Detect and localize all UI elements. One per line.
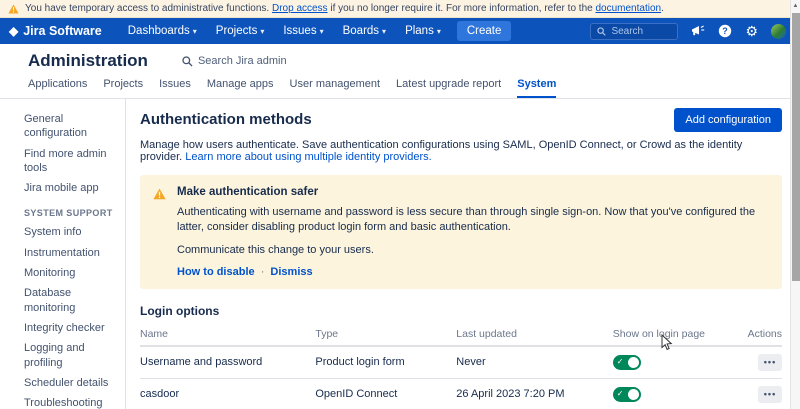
tab-latest-upgrade-report[interactable]: Latest upgrade report bbox=[396, 78, 501, 98]
sidebar-item-monitoring[interactable]: Monitoring bbox=[24, 266, 117, 280]
sidebar-item-general-configuration[interactable]: General configuration bbox=[24, 112, 117, 141]
nav-item-boards[interactable]: Boards ▾ bbox=[343, 25, 386, 37]
navbar-right: ? ⚙ bbox=[590, 23, 786, 40]
sidebar-item-jira-mobile-app[interactable]: Jira mobile app bbox=[24, 181, 117, 195]
tab-projects[interactable]: Projects bbox=[103, 78, 143, 98]
sidebar-section-system-support: SYSTEM SUPPORT bbox=[24, 208, 117, 218]
chevron-down-icon: ▾ bbox=[382, 27, 386, 36]
check-icon: ✓ bbox=[617, 358, 624, 366]
chevron-down-icon: ▾ bbox=[320, 27, 324, 36]
svg-text:?: ? bbox=[723, 26, 729, 36]
row-name: casdoor bbox=[140, 378, 315, 409]
table-row: Username and password Product login form… bbox=[140, 346, 782, 379]
scrollbar-thumb[interactable] bbox=[792, 13, 800, 281]
search-icon bbox=[597, 27, 606, 36]
tab-manage-apps[interactable]: Manage apps bbox=[207, 78, 274, 98]
row-last-updated: 26 April 2023 7:20 PM bbox=[456, 378, 613, 409]
help-icon[interactable]: ? bbox=[718, 24, 732, 38]
login-options-table: Name Type Last updated Show on login pag… bbox=[140, 322, 782, 409]
global-search[interactable] bbox=[590, 23, 678, 40]
content-area: General configuration Find more admin to… bbox=[0, 99, 800, 409]
scrollbar-up-arrow[interactable]: ▲ bbox=[791, 0, 800, 12]
sidebar-item-instrumentation[interactable]: Instrumentation bbox=[24, 246, 117, 260]
sidebar-item-scheduler-details[interactable]: Scheduler details bbox=[24, 376, 117, 390]
sidebar-item-troubleshooting[interactable]: Troubleshooting and support tools bbox=[24, 396, 117, 409]
chevron-down-icon: ▾ bbox=[193, 27, 197, 36]
show-on-login-toggle[interactable]: ✓ bbox=[613, 355, 641, 370]
banner-text: You have temporary access to administrat… bbox=[25, 3, 664, 14]
warning-icon bbox=[8, 4, 19, 14]
app-navbar: ◆ Jira Software Dashboards ▾ Projects ▾ … bbox=[0, 18, 800, 44]
warning-title: Make authentication safer bbox=[177, 186, 770, 198]
main-panel: Authentication methods Add configuration… bbox=[126, 99, 800, 409]
warning-icon bbox=[153, 188, 166, 200]
warning-body-1: Authenticating with username and passwor… bbox=[177, 205, 770, 235]
column-header-type: Type bbox=[315, 322, 456, 346]
add-configuration-button[interactable]: Add configuration bbox=[674, 108, 782, 132]
row-last-updated: Never bbox=[456, 346, 613, 379]
main-header-row: Authentication methods Add configuration bbox=[140, 108, 782, 132]
chevron-down-icon: ▾ bbox=[437, 27, 441, 36]
how-to-disable-link[interactable]: How to disable bbox=[177, 266, 255, 278]
table-header-row: Name Type Last updated Show on login pag… bbox=[140, 322, 782, 346]
drop-access-link[interactable]: Drop access bbox=[272, 3, 328, 14]
temporary-access-banner: You have temporary access to administrat… bbox=[0, 0, 800, 18]
nav-item-issues[interactable]: Issues ▾ bbox=[283, 25, 323, 37]
jira-logo-icon: ◆ bbox=[9, 25, 18, 37]
tab-system[interactable]: System bbox=[517, 78, 556, 98]
warning-actions: How to disable · Dismiss bbox=[177, 266, 770, 278]
sidebar-item-find-more-admin-tools[interactable]: Find more admin tools bbox=[24, 147, 117, 176]
dismiss-link[interactable]: Dismiss bbox=[270, 266, 312, 278]
column-header-show-on-login: Show on login page bbox=[613, 322, 748, 346]
row-name: Username and password bbox=[140, 346, 315, 379]
tab-issues[interactable]: Issues bbox=[159, 78, 191, 98]
page-title: Administration bbox=[28, 51, 148, 71]
show-on-login-toggle[interactable]: ✓ bbox=[613, 387, 641, 402]
jira-logo[interactable]: ◆ Jira Software bbox=[9, 24, 102, 38]
jira-logo-text: Jira Software bbox=[23, 24, 102, 38]
column-header-name: Name bbox=[140, 322, 315, 346]
column-header-last-updated: Last updated bbox=[456, 322, 613, 346]
section-description: Manage how users authenticate. Save auth… bbox=[140, 139, 782, 163]
warning-body-2: Communicate this change to your users. bbox=[177, 243, 770, 258]
navbar-menu: Dashboards ▾ Projects ▾ Issues ▾ Boards … bbox=[128, 25, 441, 37]
admin-header: Administration bbox=[0, 44, 800, 78]
column-header-actions: Actions bbox=[748, 322, 782, 346]
admin-tabs: Applications Projects Issues Manage apps… bbox=[0, 78, 800, 99]
admin-search[interactable] bbox=[182, 55, 308, 67]
row-actions-button[interactable]: ••• bbox=[758, 386, 782, 403]
row-type: OpenID Connect bbox=[315, 378, 456, 409]
system-sidebar: General configuration Find more admin to… bbox=[0, 99, 126, 409]
admin-search-input[interactable] bbox=[198, 55, 308, 67]
row-actions-button[interactable]: ••• bbox=[758, 354, 782, 371]
login-options-heading: Login options bbox=[140, 304, 782, 318]
section-title: Authentication methods bbox=[140, 108, 312, 128]
row-type: Product login form bbox=[315, 346, 456, 379]
sidebar-item-integrity-checker[interactable]: Integrity checker bbox=[24, 321, 117, 335]
global-search-input[interactable] bbox=[611, 26, 671, 37]
announcements-icon[interactable] bbox=[691, 25, 705, 37]
tab-user-management[interactable]: User management bbox=[290, 78, 381, 98]
check-icon: ✓ bbox=[617, 390, 624, 398]
user-avatar[interactable] bbox=[771, 24, 786, 39]
nav-item-projects[interactable]: Projects ▾ bbox=[216, 25, 265, 37]
toggle-knob bbox=[628, 357, 639, 368]
sidebar-item-logging-and-profiling[interactable]: Logging and profiling bbox=[24, 341, 117, 370]
documentation-link[interactable]: documentation bbox=[595, 3, 661, 14]
create-button[interactable]: Create bbox=[457, 21, 512, 41]
make-auth-safer-warning: Make authentication safer Authenticating… bbox=[140, 175, 782, 289]
nav-item-plans[interactable]: Plans ▾ bbox=[405, 25, 441, 37]
toggle-knob bbox=[628, 389, 639, 400]
tab-applications[interactable]: Applications bbox=[28, 78, 87, 98]
sidebar-item-system-info[interactable]: System info bbox=[24, 225, 117, 239]
sidebar-item-database-monitoring[interactable]: Database monitoring bbox=[24, 286, 117, 315]
table-row: casdoor OpenID Connect 26 April 2023 7:2… bbox=[140, 378, 782, 409]
vertical-scrollbar[interactable]: ▲ bbox=[790, 0, 800, 409]
chevron-down-icon: ▾ bbox=[260, 27, 264, 36]
dot-separator: · bbox=[258, 266, 268, 278]
search-icon bbox=[182, 56, 193, 67]
gear-icon[interactable]: ⚙ bbox=[745, 24, 758, 38]
learn-more-link[interactable]: Learn more about using multiple identity… bbox=[185, 151, 431, 163]
nav-item-dashboards[interactable]: Dashboards ▾ bbox=[128, 25, 197, 37]
